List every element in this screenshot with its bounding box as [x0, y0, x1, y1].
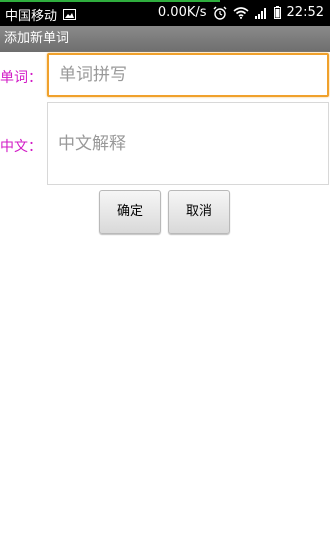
page-title: 添加新单词 [4, 31, 70, 46]
signal-icon [254, 7, 268, 19]
clock-time: 22:52 [286, 5, 324, 20]
alarm-icon [213, 6, 227, 20]
battery-icon [273, 6, 281, 19]
status-left: 中国移动 [5, 5, 77, 24]
word-label: 单词： [0, 70, 42, 86]
confirm-button[interactable]: 确定 [99, 190, 161, 234]
cancel-button[interactable]: 取消 [168, 190, 230, 234]
carrier-name: 中国移动 [5, 9, 58, 24]
status-right: 0.00K/s 22:52 [158, 5, 324, 20]
chinese-input[interactable]: 中文解释 [47, 102, 329, 185]
chinese-input-placeholder: 中文解释 [58, 134, 126, 154]
wifi-icon [233, 6, 249, 19]
chinese-label: 中文： [0, 139, 42, 155]
image-icon [63, 9, 77, 20]
network-speed: 0.00K/s [157, 5, 207, 20]
status-progress-line [0, 0, 220, 2]
status-bar: 中国移动 0.00K/s 22:52 [0, 0, 330, 26]
title-bar: 添加新单词 [0, 26, 330, 52]
word-input[interactable]: 单词拼写 [47, 53, 329, 97]
app-screen: 中国移动 0.00K/s 22:52 添加新单词 单词： 单词拼写 中文： 中文… [0, 0, 330, 550]
word-input-placeholder: 单词拼写 [59, 65, 127, 85]
